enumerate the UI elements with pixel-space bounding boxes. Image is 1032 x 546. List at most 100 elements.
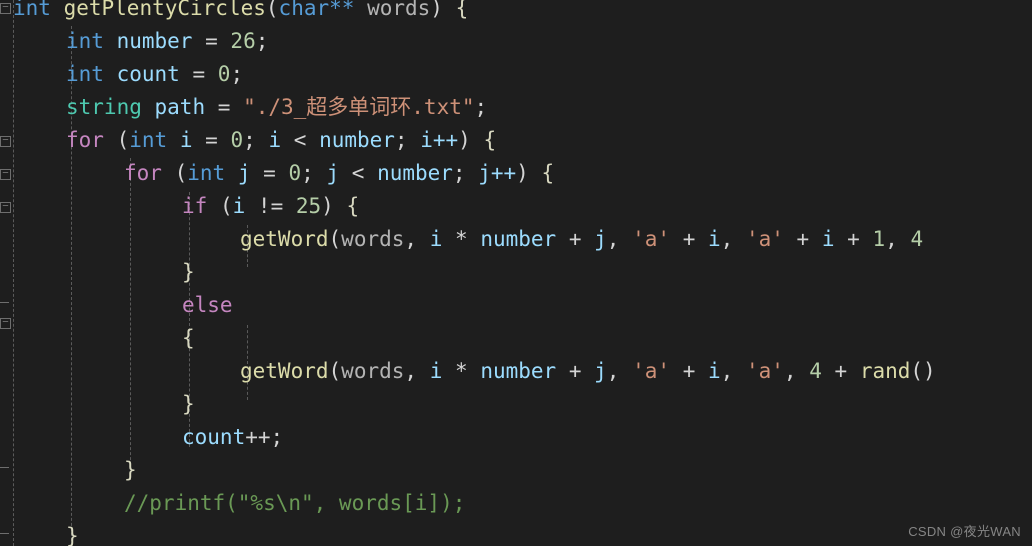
token-function-call: getWord xyxy=(240,359,329,383)
token-variable: i xyxy=(429,227,443,251)
token-operator: * xyxy=(455,359,468,383)
token-variable: path xyxy=(154,95,206,119)
token-variable: i xyxy=(179,128,193,152)
code-line[interactable]: { xyxy=(182,322,1032,355)
token-number: 25 xyxy=(295,194,322,218)
token-control-keyword: for xyxy=(66,128,104,152)
fold-marker-line-5[interactable] xyxy=(0,136,11,147)
token-number: 0 xyxy=(217,62,231,86)
token-param-name: words xyxy=(367,0,431,20)
token-punctuation: , xyxy=(606,359,633,383)
code-line[interactable]: } xyxy=(182,388,1032,421)
token-punctuation: ) xyxy=(458,128,471,152)
token-punctuation: ; xyxy=(230,62,244,86)
token-variable: count xyxy=(116,62,180,86)
token-increment: j++ xyxy=(478,161,517,185)
code-line[interactable]: count++; xyxy=(182,421,1032,454)
token-operator: + xyxy=(682,227,696,251)
token-punctuation: ; xyxy=(394,128,408,152)
code-line[interactable]: if (i != 25) { xyxy=(182,190,1032,223)
token-punctuation: , xyxy=(404,227,430,251)
token-operator: * xyxy=(455,227,468,251)
token-variable: number xyxy=(480,359,557,383)
code-line[interactable]: for (int j = 0; j < number; j++) { xyxy=(124,157,1032,190)
code-line[interactable]: int getPlentyCircles(char** words) { xyxy=(13,0,1032,25)
fold-marker-line-7[interactable] xyxy=(0,202,11,213)
token-variable: number xyxy=(377,161,453,185)
token-variable: i xyxy=(268,128,282,152)
code-line[interactable]: getWord(words, i * number + j, 'a' + i, … xyxy=(240,223,1032,256)
token-char-literal: 'a' xyxy=(632,359,671,383)
token-punctuation: ( xyxy=(174,161,188,185)
token-operator: ++ xyxy=(245,425,271,449)
token-argument: words xyxy=(341,359,405,383)
token-variable: count xyxy=(182,425,246,449)
token-punctuation: ( xyxy=(328,359,342,383)
code-line[interactable]: for (int i = 0; i < number; i++) { xyxy=(66,124,1032,157)
token-variable: i xyxy=(429,359,443,383)
token-operator: = xyxy=(205,29,218,53)
token-variable: i xyxy=(232,194,246,218)
fold-marker-line-15[interactable] xyxy=(0,462,11,473)
token-number: 4 xyxy=(910,227,924,251)
code-line[interactable]: int count = 0; xyxy=(66,58,1032,91)
token-control-keyword: else xyxy=(182,293,233,317)
csdn-watermark: CSDN @夜光WAN xyxy=(908,524,1021,539)
code-line[interactable]: int number = 26; xyxy=(66,25,1032,58)
token-punctuation: , xyxy=(720,359,746,383)
token-number: 26 xyxy=(230,29,256,53)
fold-marker-line-17[interactable] xyxy=(0,528,11,539)
token-operator: < xyxy=(351,161,365,185)
code-line[interactable]: } xyxy=(182,256,1032,289)
token-number: 1 xyxy=(872,227,886,251)
token-operator: + xyxy=(568,359,582,383)
token-variable: j xyxy=(237,161,251,185)
token-keyword: int xyxy=(66,29,104,53)
fold-marker-line-6[interactable] xyxy=(0,169,11,180)
code-line[interactable]: //printf("%s\n", words[i]); xyxy=(124,487,1032,520)
token-char-literal: 'a' xyxy=(632,227,671,251)
fold-marker-line-1[interactable] xyxy=(0,3,11,14)
code-content[interactable]: int getPlentyCircles(char** words) { int… xyxy=(0,0,1032,546)
token-increment: i++ xyxy=(420,128,459,152)
token-punctuation: ; xyxy=(243,128,256,152)
token-char-literal: 'a' xyxy=(745,227,784,251)
code-line[interactable]: } xyxy=(66,520,1032,546)
token-operator: + xyxy=(568,227,582,251)
fold-gutter[interactable] xyxy=(0,0,12,546)
token-punctuation: ) xyxy=(430,0,443,20)
token-variable: number xyxy=(116,29,193,53)
token-variable: number xyxy=(480,227,557,251)
token-operator: + xyxy=(682,359,696,383)
fold-marker-line-10[interactable] xyxy=(0,297,11,308)
token-punctuation: ; xyxy=(474,95,488,119)
token-punctuation: ( xyxy=(116,128,130,152)
token-operator: = xyxy=(205,128,218,152)
token-operator: = xyxy=(263,161,276,185)
token-variable: j xyxy=(594,359,607,383)
token-operator: = xyxy=(192,62,206,86)
code-line[interactable]: } xyxy=(124,454,1032,487)
token-punctuation: ; xyxy=(270,425,284,449)
token-punctuation: ( xyxy=(219,194,233,218)
token-operator: + xyxy=(834,359,848,383)
code-line[interactable]: else xyxy=(182,289,1032,322)
token-brace: { xyxy=(455,0,469,20)
code-editor-viewport: int getPlentyCircles(char** words) { int… xyxy=(0,0,1032,546)
token-number: 0 xyxy=(230,128,244,152)
token-comment: //printf("%s\n", words[i]); xyxy=(124,491,466,515)
token-brace: } xyxy=(124,458,137,482)
token-operator: + xyxy=(847,227,860,251)
token-brace: } xyxy=(66,524,79,546)
token-function-call: getWord xyxy=(240,227,329,251)
token-operator: = xyxy=(217,95,231,119)
fold-marker-line-11[interactable] xyxy=(0,318,11,329)
token-type: string xyxy=(66,95,142,119)
code-line[interactable]: getWord(words, i * number + j, 'a' + i, … xyxy=(240,355,1032,388)
token-keyword: int xyxy=(66,62,104,86)
token-punctuation: ( xyxy=(328,227,342,251)
token-function-call: rand xyxy=(859,359,911,383)
code-line[interactable]: string path = "./3_超多单词环.txt"; xyxy=(66,91,1032,124)
token-control-keyword: for xyxy=(124,161,162,185)
token-number: 0 xyxy=(288,161,302,185)
